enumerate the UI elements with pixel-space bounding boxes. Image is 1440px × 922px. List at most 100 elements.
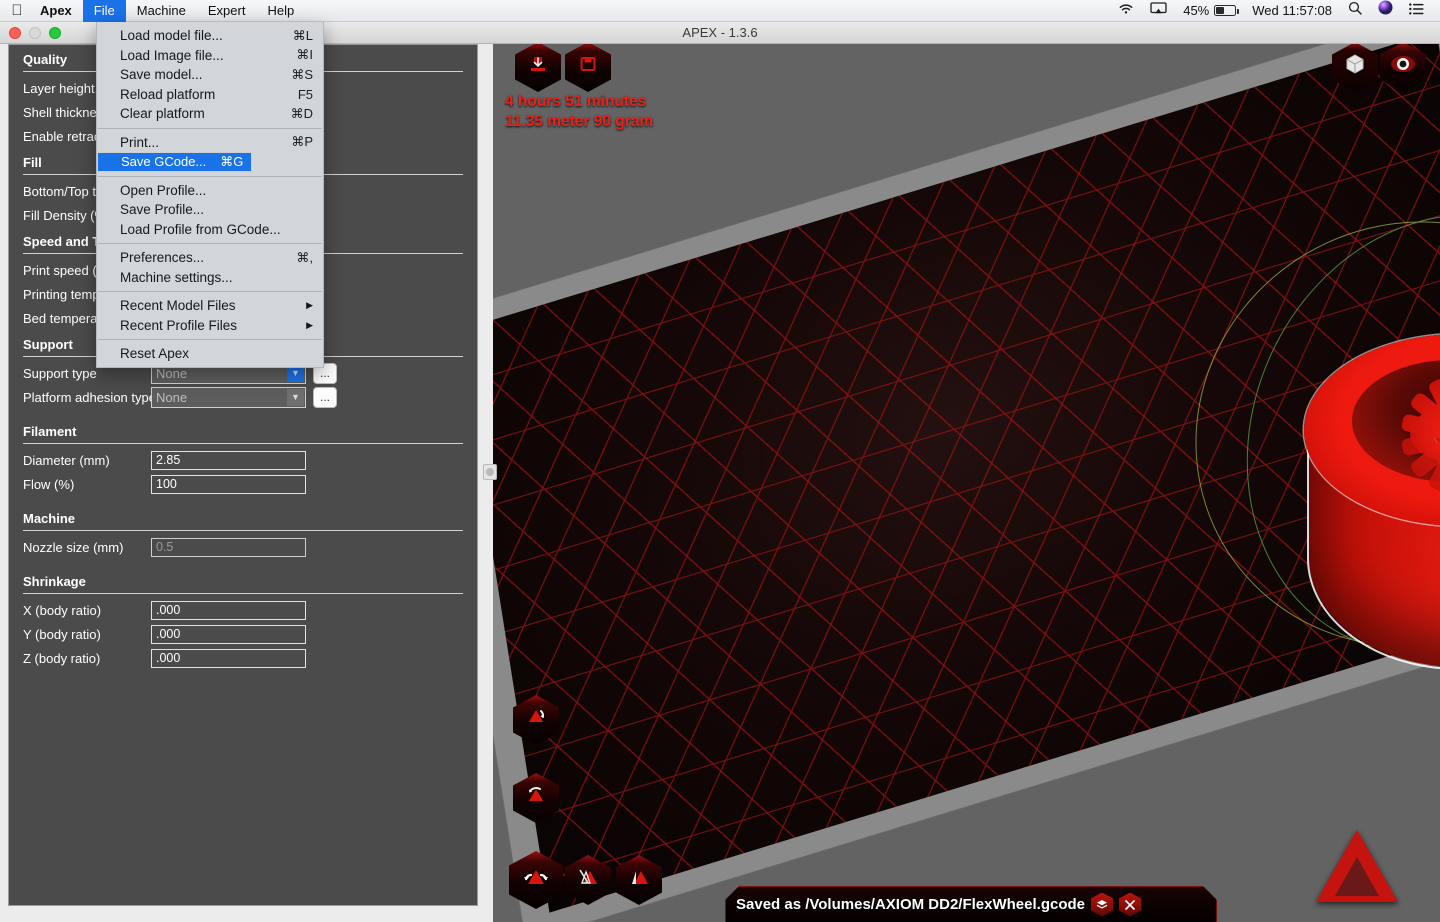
menu-item-label: Save Profile...: [120, 202, 205, 218]
chevron-down-icon: ▼: [287, 388, 304, 406]
menu-item-label: Open Profile...: [120, 182, 207, 198]
setting-label: Y (body ratio): [23, 626, 101, 642]
flow-input[interactable]: 100: [151, 474, 306, 494]
menubar-item-expert[interactable]: Expert: [197, 0, 257, 22]
setting-label: Support type: [23, 365, 97, 381]
wifi-icon[interactable]: [1110, 0, 1142, 22]
menu-item-print[interactable]: Print... ⌘P: [97, 133, 323, 153]
menu-item-shortcut: ⌘L: [292, 27, 313, 43]
menu-item-shortcut: ⌘,: [296, 249, 313, 265]
print-time-label: 4 hours 51 minutes: [505, 93, 647, 110]
menu-item-label: Save GCode...: [121, 154, 207, 170]
setting-label: Platform adhesion type: [23, 389, 156, 405]
menubar-item-machine[interactable]: Machine: [126, 0, 197, 22]
menu-item-label: Print...: [120, 134, 160, 150]
menu-item-clear-platform[interactable]: Clear platform ⌘D: [97, 104, 323, 124]
setting-row-platform-adhesion-type[interactable]: Platform adhesion type None ▼ ...: [9, 385, 477, 409]
window-controls: [0, 26, 61, 39]
shrinkage-z-input[interactable]: .000: [151, 648, 306, 668]
menu-item-label: Load model file...: [120, 28, 223, 44]
control-center-icon[interactable]: [1401, 0, 1432, 22]
setting-row-diameter[interactable]: Diameter (mm) 2.85: [9, 448, 477, 472]
apex-logo: [1316, 830, 1398, 902]
layer-view-icon[interactable]: [1091, 893, 1113, 917]
menu-item-recent-model-files[interactable]: Recent Model Files ▶: [97, 296, 323, 316]
nozzle-size-input[interactable]: 0.5: [151, 537, 306, 557]
menu-item-label: Clear platform: [120, 106, 205, 122]
model-flexwheel[interactable]: [1296, 326, 1440, 670]
menu-item-save-model[interactable]: Save model... ⌘S: [97, 65, 323, 85]
minimize-window-button[interactable]: [29, 26, 41, 39]
menu-item-shortcut: ⌘G: [220, 154, 244, 170]
submenu-arrow-icon: ▶: [306, 300, 313, 311]
close-window-button[interactable]: [9, 26, 21, 39]
setting-row-shrinkage-y[interactable]: Y (body ratio) .000: [9, 622, 477, 646]
menubar-clock[interactable]: Wed 11:57:08: [1244, 0, 1340, 22]
menu-separator: [98, 175, 322, 177]
menu-item-label: Load Profile from GCode...: [120, 221, 281, 237]
menu-item-load-model-file[interactable]: Load model file... ⌘L: [97, 26, 323, 46]
divider: [23, 593, 463, 594]
menu-item-load-image-file[interactable]: Load Image file... ⌘I: [97, 46, 323, 66]
menu-item-save-profile[interactable]: Save Profile...: [97, 200, 323, 220]
shrinkage-x-input[interactable]: .000: [151, 600, 306, 620]
print-material-label: 11.35 meter 90 gram: [505, 113, 654, 130]
menu-item-label: Preferences...: [120, 250, 205, 266]
battery-status[interactable]: 45%: [1175, 0, 1244, 22]
airplay-icon[interactable]: [1142, 0, 1175, 22]
menu-item-open-profile[interactable]: Open Profile...: [97, 181, 323, 201]
setting-row-nozzle-size[interactable]: Nozzle size (mm) 0.5: [9, 535, 477, 559]
load-model-icon[interactable]: [515, 44, 561, 92]
menu-separator: [98, 339, 322, 340]
cross-section-icon[interactable]: [1119, 893, 1141, 917]
setting-row-flow[interactable]: Flow (%) 100: [9, 472, 477, 496]
menu-item-recent-profile-files[interactable]: Recent Profile Files ▶: [97, 316, 323, 336]
menu-item-label: Reload platform: [120, 86, 216, 102]
file-menu-dropdown[interactable]: Load model file... ⌘L Load Image file... ⌘I…: [96, 22, 324, 368]
platform-adhesion-more-button[interactable]: ...: [313, 386, 337, 408]
menu-item-label: Recent Model Files: [120, 298, 236, 314]
viewport-status-bar: Saved as /Volumes/AXIOM DD2/FlexWheel.gc…: [725, 886, 1217, 922]
menu-item-load-profile-from-gcode[interactable]: Load Profile from GCode...: [97, 220, 323, 240]
menu-item-preferences[interactable]: Preferences... ⌘,: [97, 248, 323, 268]
menubar-item-file[interactable]: File: [82, 0, 126, 22]
setting-label: Diameter (mm): [23, 452, 110, 468]
3d-viewport[interactable]: 4 hours 51 minutes 11.35 meter 90 gram S…: [493, 44, 1440, 922]
setting-label: Flow (%): [23, 476, 75, 492]
setting-label: Nozzle size (mm): [23, 539, 124, 555]
shrinkage-y-input[interactable]: .000: [151, 624, 306, 644]
menu-separator: [98, 127, 322, 129]
diameter-input[interactable]: 2.85: [151, 450, 306, 470]
menu-item-shortcut: ⌘I: [296, 47, 313, 63]
search-icon[interactable]: [1340, 0, 1370, 22]
apple-logo-icon[interactable]: : [0, 0, 34, 22]
battery-percent-label: 45%: [1183, 2, 1210, 18]
maximize-window-button[interactable]: [49, 26, 61, 39]
menu-item-label: Machine settings...: [120, 269, 233, 285]
submenu-arrow-icon: ▶: [306, 319, 313, 330]
menu-separator: [98, 243, 322, 244]
menu-item-reload-platform[interactable]: Reload platform F5: [97, 85, 323, 105]
menu-item-shortcut: F5: [297, 86, 313, 102]
menu-item-shortcut: ⌘S: [291, 66, 313, 82]
print-estimate-overlay: 4 hours 51 minutes 11.35 meter 90 gram: [505, 92, 653, 132]
setting-label: X (body ratio): [23, 602, 102, 618]
support-type-value: None: [156, 365, 188, 381]
setting-row-shrinkage-z[interactable]: Z (body ratio) .000: [9, 646, 477, 670]
menu-item-reset-apex[interactable]: Reset Apex: [97, 344, 323, 364]
platform-adhesion-value: None: [156, 389, 188, 405]
menu-separator: [98, 291, 322, 292]
panel-splitter-handle[interactable]: [483, 464, 497, 480]
menu-item-label: Recent Profile Files: [120, 317, 238, 333]
menu-item-machine-settings[interactable]: Machine settings...: [97, 268, 323, 288]
menu-item-shortcut: ⌘P: [291, 134, 313, 150]
setting-row-shrinkage-x[interactable]: X (body ratio) .000: [9, 598, 477, 622]
menu-item-save-gcode[interactable]: Save GCode... ⌘G: [97, 152, 252, 172]
platform-adhesion-select[interactable]: None ▼: [151, 386, 306, 408]
status-message: Saved as /Volumes/AXIOM DD2/FlexWheel.gc…: [736, 896, 1085, 913]
siri-icon[interactable]: [1370, 0, 1401, 22]
menubar-item-help[interactable]: Help: [256, 0, 305, 22]
save-model-icon[interactable]: [565, 44, 611, 92]
menubar-app-name[interactable]: Apex: [34, 0, 83, 22]
menu-item-label: Reset Apex: [120, 346, 190, 362]
